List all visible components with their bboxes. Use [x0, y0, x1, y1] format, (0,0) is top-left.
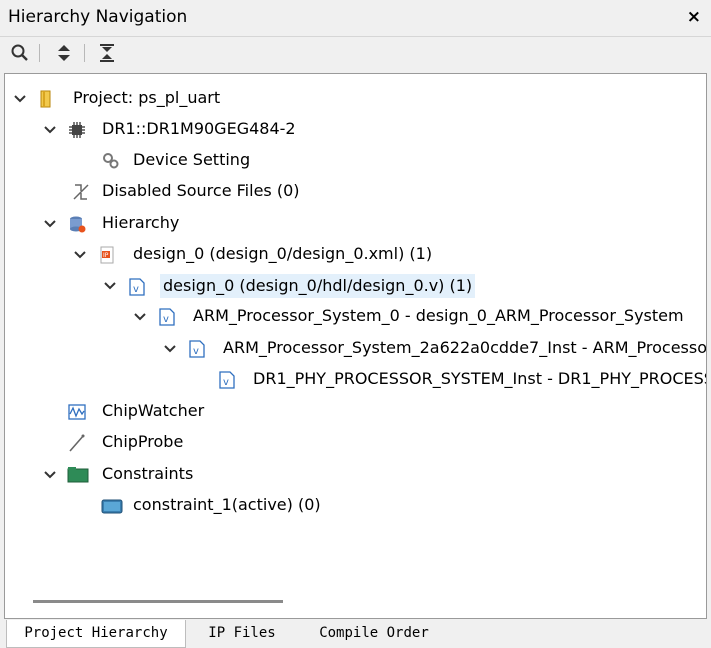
horizontal-scrollbar[interactable] [33, 600, 283, 603]
chip-icon [67, 120, 87, 140]
tree-item-label: DR1::DR1M90GEG484-2 [102, 119, 296, 138]
chevron-down-icon[interactable] [73, 247, 87, 261]
collapse-all-icon[interactable] [96, 42, 118, 64]
window-title: Hierarchy Navigation [8, 7, 188, 27]
tree-item-label: DR1_PHY_PROCESSOR_SYSTEM_Inst - DR1_PHY_… [253, 369, 706, 388]
tab-project-hierarchy[interactable]: Project Hierarchy [6, 620, 186, 648]
expand-collapse-icon[interactable] [53, 42, 75, 64]
toolbar [0, 37, 711, 69]
project-folder-icon [37, 89, 57, 109]
tree-item-label: ChipProbe [102, 432, 184, 451]
search-icon[interactable] [9, 42, 31, 64]
tree-item-label: Disabled Source Files (0) [102, 181, 300, 200]
tree-item-label: ARM_Processor_System_2a622a0cdde7_Inst -… [223, 338, 707, 357]
hierarchy-database-icon [67, 214, 87, 234]
tab-compile-order[interactable]: Compile Order [300, 620, 448, 647]
tree-item-label: design_0 (design_0/design_0.xml) (1) [133, 244, 433, 263]
constraints-folder-icon [67, 465, 89, 485]
tree-item-label: design_0 (design_0/hdl/design_0.v) (1) [160, 274, 476, 298]
chevron-down-icon[interactable] [43, 216, 57, 230]
chevron-down-icon[interactable] [163, 341, 177, 355]
chevron-down-icon[interactable] [43, 122, 57, 136]
chevron-down-icon[interactable] [13, 91, 27, 105]
tab-ip-files[interactable]: IP Files [188, 620, 296, 647]
ip-file-icon: IP [97, 245, 117, 265]
disabled-files-icon [71, 182, 91, 202]
tab-bar: Project Hierarchy IP Files Compile Order [0, 620, 711, 648]
tree-item-label: constraint_1(active) (0) [133, 495, 321, 514]
gears-icon [101, 151, 121, 171]
chevron-down-icon[interactable] [103, 278, 117, 292]
waveform-icon [67, 402, 87, 422]
svg-text:IP: IP [103, 252, 109, 259]
svg-text:v: v [133, 284, 139, 295]
verilog-file-icon: v [157, 307, 177, 327]
chevron-down-icon[interactable] [133, 309, 147, 323]
constraint-file-icon [101, 496, 123, 516]
probe-icon [67, 433, 87, 453]
verilog-file-icon: v [217, 370, 237, 390]
svg-text:v: v [193, 346, 199, 357]
verilog-file-icon: v [127, 277, 147, 297]
tree-item-label: Hierarchy [102, 213, 180, 232]
tree-item-label: ARM_Processor_System_0 - design_0_ARM_Pr… [193, 306, 684, 325]
verilog-file-icon: v [187, 339, 207, 359]
chevron-down-icon[interactable] [43, 467, 57, 481]
svg-text:v: v [163, 314, 169, 325]
tree-item-label: Project: ps_pl_uart [73, 88, 221, 107]
toolbar-separator [39, 44, 40, 62]
toolbar-separator [84, 44, 85, 62]
tree-item-label: Constraints [102, 464, 194, 483]
svg-text:v: v [223, 377, 229, 388]
close-icon[interactable]: × [687, 7, 701, 27]
hierarchy-tree[interactable]: Project: ps_pl_uart DR1::DR1M90GEG484-2 … [4, 73, 707, 619]
title-bar: Hierarchy Navigation × [0, 0, 711, 37]
tree-item-label: ChipWatcher [102, 401, 205, 420]
tree-item-label: Device Setting [133, 150, 251, 169]
